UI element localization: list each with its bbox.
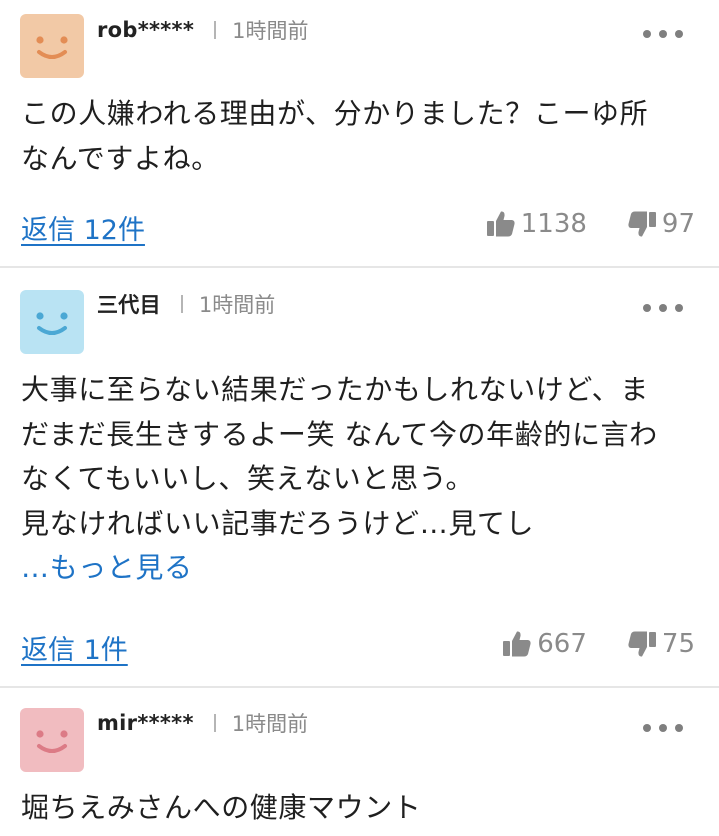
avatar[interactable] <box>20 14 84 78</box>
username[interactable]: mir***** <box>97 711 194 735</box>
thumbs-down-icon <box>628 631 656 657</box>
comment-line: 堀ちえみさんへの健康マウント <box>21 791 422 824</box>
thumbs-up-icon <box>503 631 531 657</box>
show-more-link[interactable]: …もっと見る <box>21 546 695 591</box>
like-count: 1138 <box>520 209 587 239</box>
more-options-button[interactable] <box>643 298 683 318</box>
comment-line: なんですよね。 <box>21 141 220 175</box>
timestamp: 1時間前 <box>198 293 276 317</box>
comment-line: 大事に至らない結果だったかもしれないけど、ま <box>21 373 649 406</box>
more-options-button[interactable] <box>643 24 683 44</box>
comment-line: なくてもいいし、笑えないと思う。 <box>21 462 475 495</box>
comment-meta: 三代目 1時間前 <box>97 289 275 319</box>
comment-item: rob***** 1時間前 この人嫌われる理由が、分かりました？こーゆ所 なんで… <box>0 0 719 268</box>
comment-line: だまだ長生きするよー笑 なんて今の年齢的に言わ <box>21 417 658 451</box>
avatar[interactable] <box>20 290 84 354</box>
vote-bar: 1138 97 <box>486 209 695 239</box>
smiley-face-icon <box>36 36 68 59</box>
username[interactable]: rob***** <box>97 18 194 42</box>
separator <box>213 714 216 732</box>
smiley-face-icon <box>36 730 68 753</box>
comment-text: 堀ちえみさんへの健康マウント <box>21 786 695 831</box>
separator <box>180 295 183 313</box>
dislike-button[interactable]: 97 <box>627 209 695 239</box>
timestamp: 1時間前 <box>231 712 309 736</box>
like-button[interactable]: 1138 <box>486 209 587 239</box>
thumbs-up-icon <box>486 211 515 237</box>
avatar[interactable] <box>20 708 84 772</box>
more-options-button[interactable] <box>643 718 683 738</box>
comment-line: 見なければいい記事だろうけど…見てし <box>21 506 535 540</box>
comment-line: この人嫌われる理由が、分かりました？こーゆ所 <box>21 97 649 130</box>
comment-meta: mir***** 1時間前 <box>97 708 308 738</box>
comment-text: 大事に至らない結果だったかもしれないけど、ま だまだ長生きするよー笑 なんて今の… <box>21 368 695 591</box>
vote-bar: 667 75 <box>502 629 695 659</box>
smiley-face-icon <box>36 312 68 335</box>
separator <box>214 21 217 39</box>
comment-item: mir***** 1時間前 堀ちえみさんへの健康マウント <box>0 688 719 836</box>
thumbs-down-icon <box>628 211 656 237</box>
comment-meta: rob***** 1時間前 <box>97 15 309 45</box>
comment-item: 三代目 1時間前 大事に至らない結果だったかもしれないけど、ま だまだ長生きする… <box>0 268 719 688</box>
more-dots-icon <box>643 724 651 732</box>
reply-link[interactable]: 返信 1件 <box>21 628 128 667</box>
comment-text: この人嫌われる理由が、分かりました？こーゆ所 なんですよね。 <box>21 92 695 181</box>
dislike-count: 97 <box>661 209 695 239</box>
more-dots-icon <box>643 304 651 312</box>
dislike-button[interactable]: 75 <box>627 629 695 659</box>
like-count: 667 <box>537 629 587 659</box>
like-button[interactable]: 667 <box>502 629 587 659</box>
reply-link[interactable]: 返信 12件 <box>21 208 145 247</box>
more-dots-icon <box>643 30 651 38</box>
dislike-count: 75 <box>661 629 695 659</box>
timestamp: 1時間前 <box>232 19 309 43</box>
username[interactable]: 三代目 <box>97 289 161 319</box>
